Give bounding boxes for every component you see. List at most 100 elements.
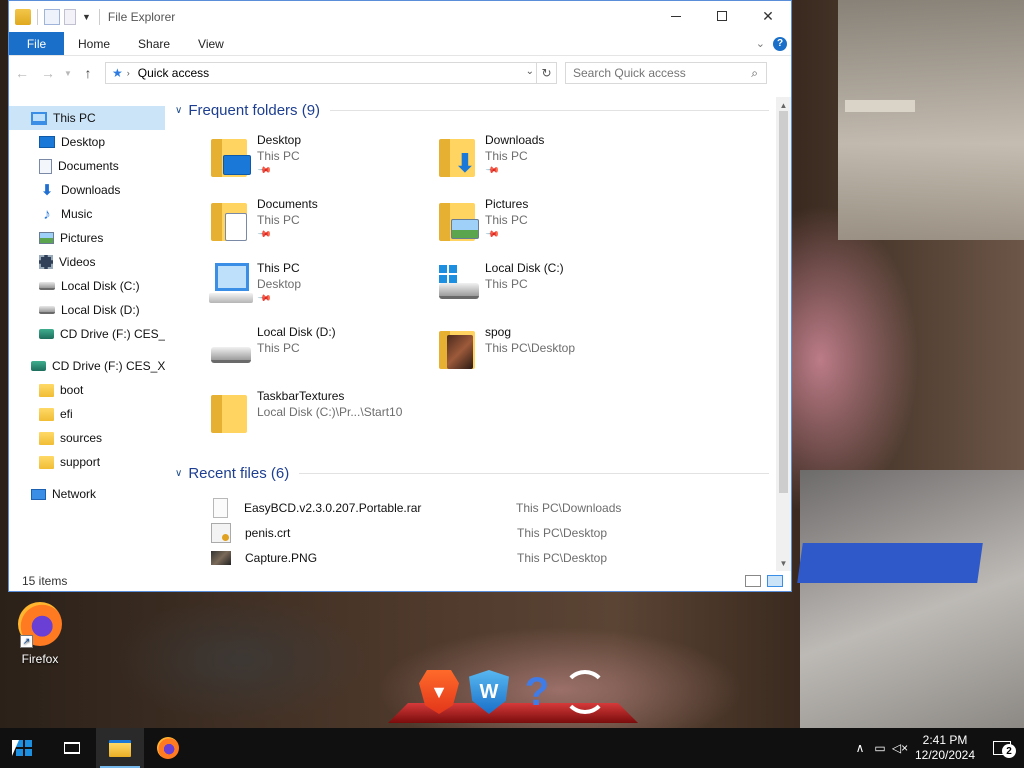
tab-home[interactable]: Home (64, 32, 124, 55)
nav-item-pictures[interactable]: Pictures (9, 226, 165, 250)
nav-item-network[interactable]: Network (9, 482, 165, 506)
nav-item-sources[interactable]: sources (9, 426, 165, 450)
folder-tile-pictures[interactable]: Pictures This PC 📌 (437, 197, 657, 257)
address-history-chevron-icon[interactable]: ⌄ (526, 66, 534, 77)
search-icon: ⌕ (751, 66, 758, 80)
firefox-icon (157, 737, 179, 759)
disk-icon (39, 306, 55, 314)
close-button[interactable]: ✕ (745, 1, 791, 31)
nav-item-desktop[interactable]: Desktop (9, 130, 165, 154)
folder-tile-desktop[interactable]: Desktop This PC 📌 (209, 133, 429, 193)
recent-file-row[interactable]: EasyBCD.v2.3.0.207.Portable.rar This PC\… (211, 495, 771, 520)
frequent-folders-header[interactable]: ∨ Frequent folders (9) (175, 99, 769, 121)
collapse-chevron-icon[interactable]: ∨ (175, 468, 182, 479)
address-field[interactable]: ★ › Quick access ⌄ ↻ (105, 62, 557, 84)
nav-item-downloads[interactable]: ⬇ Downloads (9, 178, 165, 202)
firefox-icon: ↗ (18, 602, 62, 648)
nav-item-label: This PC (53, 111, 96, 125)
downloads-icon: ⬇ (40, 182, 54, 199)
recent-file-row[interactable]: penis.crt This PC\Desktop (211, 520, 771, 545)
folder-tile-documents[interactable]: Documents This PC 📌 (209, 197, 429, 257)
tile-location: This PC (485, 213, 528, 227)
chevron-up-icon[interactable]: ∧ (850, 728, 870, 768)
quick-access-toolbar: ▼ (9, 1, 102, 32)
title-bar[interactable]: ▼ File Explorer ✕ (9, 1, 791, 32)
dock-item-brave[interactable]: ▼ (416, 669, 462, 715)
nav-item-this-pc[interactable]: This PC (9, 106, 165, 130)
recent-file-name: EasyBCD.v2.3.0.207.Portable.rar (244, 500, 422, 515)
breadcrumb-quick-access[interactable]: Quick access (138, 66, 209, 80)
view-switcher (745, 575, 791, 587)
nav-item-documents[interactable]: Documents (9, 154, 165, 178)
scrollbar-thumb[interactable] (779, 111, 788, 493)
cd-drive-icon (31, 361, 46, 371)
taskbar-file-explorer[interactable] (96, 728, 144, 768)
back-button[interactable]: ← (9, 60, 35, 86)
maximize-button[interactable] (699, 1, 745, 31)
desktop-icon-firefox[interactable]: ↗ Firefox (14, 602, 66, 672)
help-icon[interactable]: ? (773, 36, 787, 51)
forward-button[interactable]: → (35, 60, 61, 86)
folder-downloads-icon: ⬇ (437, 135, 481, 179)
nav-item-videos[interactable]: Videos (9, 250, 165, 274)
tile-location: This PC\Desktop (485, 341, 576, 355)
start-button[interactable] (0, 728, 48, 768)
recent-files-header[interactable]: ∨ Recent files (6) (175, 462, 769, 484)
background-table (800, 470, 1024, 728)
group-divider (299, 472, 769, 474)
forward-arrow-icon: → (41, 65, 55, 81)
task-view-button[interactable] (48, 728, 96, 768)
window-controls: ✕ (653, 1, 791, 31)
scroll-down-icon[interactable]: ▼ (776, 555, 791, 571)
recent-file-row[interactable]: Capture.PNG This PC\Desktop (211, 545, 771, 570)
search-input[interactable] (573, 66, 733, 80)
wise-care-icon: W (469, 670, 509, 714)
clock[interactable]: 2:41 PM 12/20/2024 (910, 733, 980, 763)
refresh-button[interactable]: ↻ (536, 63, 556, 83)
breadcrumb-separator-icon[interactable]: › (127, 68, 130, 78)
taskbar-firefox[interactable] (144, 728, 192, 768)
details-view-icon[interactable] (745, 575, 761, 587)
tab-file[interactable]: File (9, 32, 64, 55)
recent-locations-button[interactable]: ▼ (61, 60, 75, 86)
task-view-icon (64, 742, 80, 754)
folder-tile-local-disk-c[interactable]: Local Disk (C:) This PC (437, 261, 657, 321)
recent-file-location: This PC\Desktop (517, 525, 608, 540)
nav-item-cd-drive-f-root[interactable]: CD Drive (F:) CES_X64 (9, 354, 165, 378)
properties-icon[interactable] (44, 8, 60, 25)
recent-file-location: This PC\Desktop (517, 550, 608, 565)
volume-muted-icon[interactable]: ◁× (890, 728, 910, 768)
pin-icon: 📌 (485, 226, 501, 242)
tile-name: This PC (257, 261, 300, 275)
nav-item-local-disk-d[interactable]: Local Disk (D:) (9, 298, 165, 322)
nav-item-cd-drive-f[interactable]: CD Drive (F:) CES_X64 (9, 322, 165, 346)
folder-tile-downloads[interactable]: ⬇ Downloads This PC 📌 (437, 133, 657, 193)
dock-item-wise-care[interactable]: W (466, 669, 512, 715)
large-icons-view-icon[interactable] (767, 575, 783, 587)
tab-view[interactable]: View (184, 32, 238, 55)
nav-item-efi[interactable]: efi (9, 402, 165, 426)
collapse-chevron-icon[interactable]: ∨ (175, 105, 182, 116)
clock-date: 12/20/2024 (914, 748, 976, 762)
dock-item-sync[interactable] (562, 669, 608, 715)
expand-ribbon-chevron-icon[interactable]: ⌄ (756, 37, 765, 50)
dock-item-help[interactable]: ? (514, 669, 560, 715)
nav-item-support[interactable]: support (9, 450, 165, 474)
folder-tile-spog[interactable]: spog This PC\Desktop (437, 325, 657, 385)
tab-share[interactable]: Share (124, 32, 184, 55)
search-box[interactable]: ⌕ (565, 62, 767, 84)
minimize-button[interactable] (653, 1, 699, 31)
network-status-icon[interactable]: ▭ (870, 728, 890, 768)
nav-item-local-disk-c[interactable]: Local Disk (C:) (9, 274, 165, 298)
new-folder-icon[interactable] (64, 8, 76, 25)
action-center-button[interactable]: 2 (980, 728, 1024, 768)
item-count: 15 items (22, 574, 68, 588)
customize-toolbar-chevron-icon[interactable]: ▼ (80, 12, 93, 22)
folder-tile-this-pc[interactable]: This PC Desktop 📌 (209, 261, 429, 321)
nav-item-music[interactable]: ♪ Music (9, 202, 165, 226)
up-button[interactable]: ↑ (75, 60, 101, 86)
folder-tile-local-disk-d[interactable]: Local Disk (D:) This PC (209, 325, 429, 385)
nav-item-boot[interactable]: boot (9, 378, 165, 402)
folder-tile-taskbartextures[interactable]: TaskbarTextures Local Disk (C:)\Pr...\St… (209, 389, 469, 449)
vertical-scrollbar[interactable]: ▲ ▼ (776, 97, 791, 571)
